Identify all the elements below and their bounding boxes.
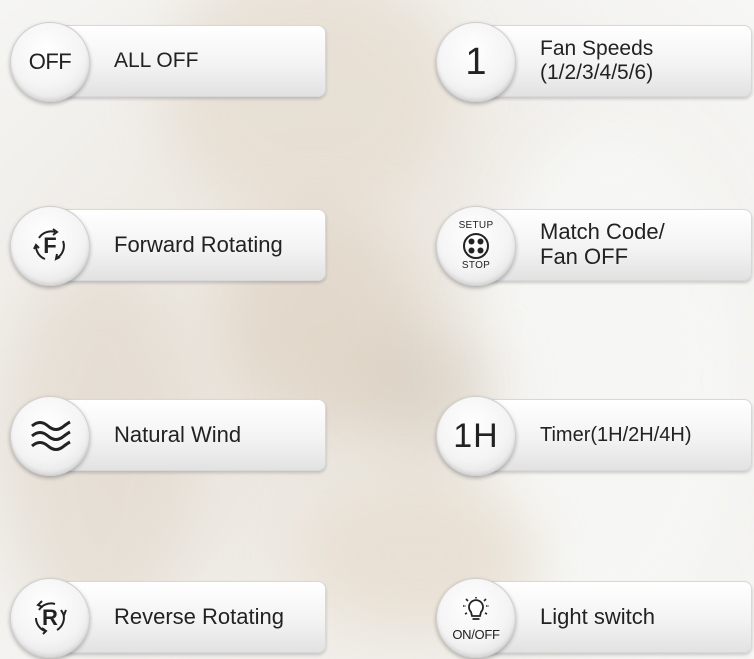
- wind-wave-svg: [31, 420, 71, 451]
- rotate-arrows-icon: F: [10, 206, 90, 286]
- match-code-label: Match Code/ Fan OFF: [540, 219, 665, 269]
- light-switch-label: Light switch: [540, 603, 655, 629]
- setup-stop-icon: SETUP STOP: [436, 206, 516, 286]
- reverse-rotating-button[interactable]: R Reverse Rotating: [10, 578, 326, 658]
- timer-button[interactable]: 1H Timer(1H/2H/4H): [436, 396, 752, 476]
- timer-icon: 1H: [436, 396, 516, 476]
- fan-speeds-button[interactable]: 1 Fan Speeds (1/2/3/4/5/6): [436, 22, 752, 102]
- all-off-label: ALL OFF: [114, 49, 199, 73]
- wave-icon: [10, 396, 90, 476]
- off-icon: OFF: [10, 22, 90, 102]
- match-code-button[interactable]: SETUP STOP Match Code/ Fan OFF: [436, 206, 752, 286]
- timer-label: Timer(1H/2H/4H): [540, 423, 692, 446]
- light-switch-button[interactable]: ON/OFF Light switch: [436, 578, 752, 658]
- fan-icon: [463, 233, 489, 259]
- reverse-rotating-label: Reverse Rotating: [114, 603, 284, 629]
- lightbulb-icon: ON/OFF: [436, 578, 516, 658]
- natural-wind-button[interactable]: Natural Wind: [10, 396, 326, 476]
- natural-wind-label: Natural Wind: [114, 421, 242, 447]
- fan-speed-icon: 1: [436, 22, 516, 102]
- rotate-arrows-reverse-icon: R: [10, 578, 90, 658]
- forward-rotating-label: Forward Rotating: [114, 231, 283, 257]
- fan-speeds-label: Fan Speeds (1/2/3/4/5/6): [540, 37, 654, 84]
- all-off-button[interactable]: OFF ALL OFF: [10, 22, 326, 102]
- lightbulb-svg: [463, 596, 489, 620]
- forward-rotating-button[interactable]: F Forward Rotating: [10, 206, 326, 286]
